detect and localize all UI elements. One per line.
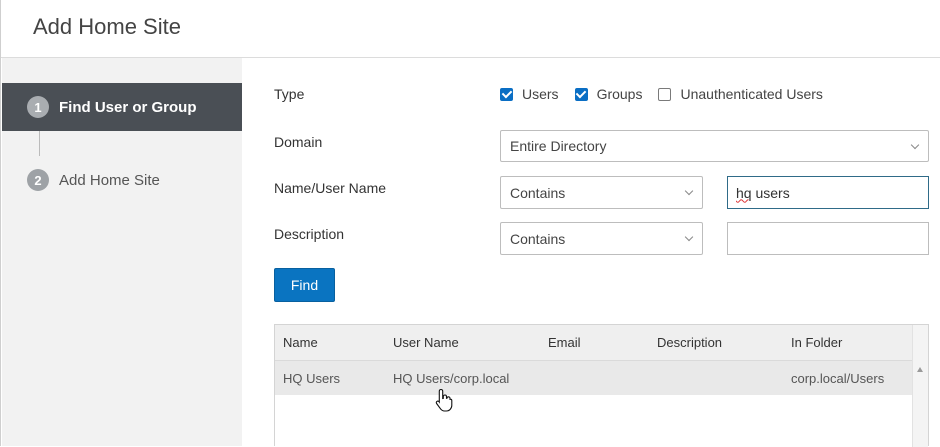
name-search-text: users [751,184,790,201]
dialog-title: Add Home Site [33,14,181,39]
users-checkbox[interactable] [500,87,513,101]
column-header-name[interactable]: Name [283,335,318,350]
step-label: Find User or Group [59,98,197,116]
groups-checkbox-label: Groups [596,86,643,102]
add-home-site-dialog: Add Home Site 1 Find User or Group 2 Add… [0,0,940,447]
column-header-in-folder[interactable]: In Folder [791,335,842,350]
type-checkbox-group: Users Groups Unauthenticated Users [500,86,839,102]
step-label: Add Home Site [59,171,160,189]
users-checkbox-item[interactable]: Users [500,86,559,102]
column-header-user-name[interactable]: User Name [393,335,459,350]
table-scrollbar[interactable] [912,325,928,447]
find-button[interactable]: Find [274,268,335,302]
step-number-badge: 2 [27,169,49,191]
domain-label: Domain [274,134,323,150]
chevron-down-icon [910,140,920,150]
dialog-header: Add Home Site [1,0,940,58]
users-checkbox-label: Users [522,86,559,102]
step-add-home-site[interactable]: 2 Add Home Site [2,157,242,203]
unauthenticated-users-checkbox[interactable] [658,87,672,101]
column-header-email[interactable]: Email [548,335,581,350]
table-row[interactable]: HQ Users HQ Users/corp.local corp.local/… [275,361,914,395]
step-find-user-or-group[interactable]: 1 Find User or Group [2,83,242,131]
cell-in-folder: corp.local/Users [791,371,885,386]
wizard-steps-sidebar: 1 Find User or Group 2 Add Home Site [2,58,242,446]
domain-select[interactable]: Entire Directory [500,130,929,162]
unauthenticated-users-checkbox-label: Unauthenticated Users [680,86,823,102]
name-search-input[interactable]: hq users [727,176,929,209]
cell-user-name: HQ Users/corp.local [393,371,510,386]
cell-name: HQ Users [283,371,341,386]
name-search-text-misspelled: hq [736,184,752,201]
name-operator-value: Contains [510,184,566,201]
results-table: Name User Name Email Description In Fold… [274,324,929,447]
description-input[interactable] [727,222,929,255]
chevron-down-icon [684,232,694,242]
description-operator-value: Contains [510,230,566,247]
name-label: Name/User Name [274,180,387,196]
scroll-up-arrow-icon[interactable] [917,367,923,372]
column-header-description[interactable]: Description [657,335,722,350]
description-operator-select[interactable]: Contains [500,222,703,255]
table-header: Name User Name Email Description In Fold… [275,325,914,361]
chevron-down-icon [684,186,694,196]
hand-pointer-cursor-icon [435,388,453,412]
step-connector [39,131,40,156]
unauthenticated-users-checkbox-item[interactable]: Unauthenticated Users [658,86,823,102]
groups-checkbox[interactable] [574,87,588,101]
type-label: Type [274,86,305,102]
name-operator-select[interactable]: Contains [500,176,703,209]
description-label: Description [274,226,345,242]
domain-select-value: Entire Directory [510,138,607,154]
groups-checkbox-item[interactable]: Groups [574,86,643,102]
step-number-badge: 1 [27,96,49,118]
